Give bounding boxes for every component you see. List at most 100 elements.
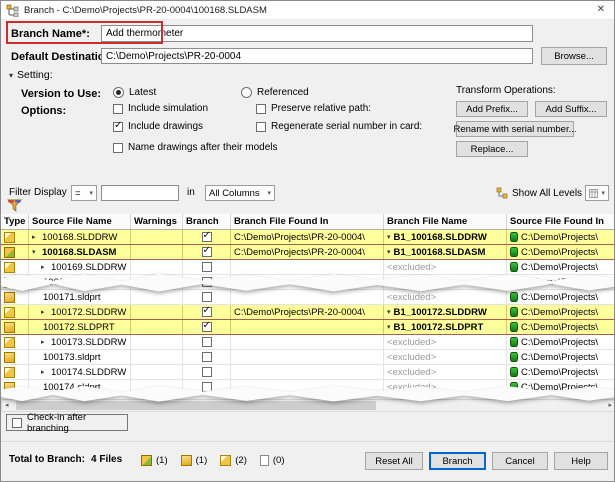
branch-file-found-in-cell [231,350,384,364]
branch-button[interactable]: Branch [429,452,486,470]
branch-checkbox[interactable] [202,247,212,257]
col-branch-file-name[interactable]: Branch File Name [384,214,507,229]
source-found-path: C:\Demo\Projects\ [521,307,598,318]
vault-icon [510,232,518,242]
table-row[interactable]: ▸100172.SLDDRWC:\Demo\Projects\PR-20-000… [1,305,615,320]
excluded-label: <excluded> [387,262,436,273]
include-simulation-checkbox[interactable]: Include simulation [113,103,208,114]
table-row[interactable]: ▸100174.SLDDRW<excluded>C:\Demo\Projects… [1,365,615,380]
part-icon [4,352,15,363]
options-label: Options: [21,105,66,117]
annotation-red-box [6,21,163,44]
rename-with-serial-button[interactable]: Rename with serial number... [456,121,574,137]
version-to-use-label: Version to Use: [21,88,101,100]
col-source-file-found-in[interactable]: Source File Found In [507,214,615,229]
branch-cell [183,365,231,379]
titlebar: Branch - C:\Demo\Projects\PR-20-0004\100… [1,1,614,20]
include-drawings-checkbox[interactable]: Include drawings [113,121,203,132]
checkbox-box [113,122,123,132]
expand-arrow-icon[interactable]: ▸ [32,233,40,241]
file-type-cell [1,335,29,349]
add-prefix-button[interactable]: Add Prefix... [456,101,528,117]
vault-icon [510,322,518,332]
expand-arrow-icon[interactable]: ▸ [41,338,49,346]
preserve-relative-path-checkbox[interactable]: Preserve relative path: [256,103,371,114]
close-icon[interactable]: ✕ [597,4,605,15]
filter-funnel-icon[interactable] [7,198,22,213]
col-source-file-name[interactable]: Source File Name [29,214,131,229]
warnings-cell [131,230,183,244]
replace-button[interactable]: Replace... [456,141,528,157]
branch-checkbox[interactable] [202,262,212,272]
col-branch[interactable]: Branch [183,214,231,229]
vault-icon [510,262,518,272]
expand-arrow-icon[interactable]: ▾ [32,248,40,256]
table-row[interactable]: ▸100168.SLDDRW C:\Demo\Projects\PR-20-000… [1,230,615,245]
file-name: 100168.SLDDRW [42,232,117,243]
col-warnings[interactable]: Warnings [131,214,183,229]
radio-referenced[interactable]: Referenced [241,87,309,98]
dropdown-arrow-icon[interactable]: ▾ [387,308,391,316]
checkbox-box [12,418,22,428]
collapse-arrow-icon: ▾ [9,71,13,80]
branch-file-found-in-cell: C:\Demo\Projects\PR-20-0004\ [231,230,384,244]
branch-checkbox[interactable] [202,352,212,362]
radio-latest-label: Latest [129,87,156,98]
filter-operator-select[interactable]: = ▾ [71,185,97,201]
table-row[interactable]: ▾100168.SLDASMC:\Demo\Projects\PR-20-000… [1,245,615,260]
vault-icon [510,337,518,347]
branch-checkbox[interactable] [202,232,212,242]
source-found-path: C:\Demo\Projects\ [521,262,598,273]
default-destination-input[interactable]: C:\Demo\Projects\PR-20-0004 [101,48,533,64]
source-found-path: C:\Demo\Projects\ [521,367,598,378]
branch-checkbox[interactable] [202,307,212,317]
expand-arrow-icon[interactable]: ▸ [41,263,49,271]
source-found-path: C:\Demo\Projects\ [521,292,598,303]
branch-checkbox[interactable] [202,337,212,347]
assembly-count-value: (1) [156,455,168,466]
cancel-button[interactable]: Cancel [492,452,548,470]
expand-arrow-icon[interactable]: ▸ [41,308,49,316]
table-row[interactable]: 100172.SLDPRT▾B1_100172.SLDPRTC:\Demo\Pr… [1,320,615,335]
branch-checkbox[interactable] [202,292,212,302]
dropdown-arrow-icon[interactable]: ▾ [387,248,391,256]
radio-latest[interactable]: Latest [113,87,156,98]
table-row[interactable]: 100173.sldprt<excluded>C:\Demo\Projects\ [1,350,615,365]
column-options-button[interactable]: ▾ [585,185,609,201]
source-file-found-in-cell: C:\Demo\Projects\ [507,230,615,244]
browse-button[interactable]: Browse... [541,47,607,65]
reset-all-button[interactable]: Reset All [365,452,423,470]
document-count: (0) [260,455,285,466]
branch-cell [183,320,231,334]
show-all-levels-button[interactable]: Show All Levels ▾ [496,185,593,201]
name-drawings-checkbox[interactable]: Name drawings after their models [113,142,278,153]
dropdown-arrow-icon[interactable]: ▾ [387,233,391,241]
warnings-cell [131,335,183,349]
branch-checkbox[interactable] [202,367,212,377]
checkin-after-branching-checkbox[interactable]: Check-in after branching [6,414,128,431]
assembly-count: (1) [141,455,168,466]
branch-file-name-cell: ▾B1_100168.SLDASM [384,245,507,259]
table-row[interactable]: ▸100173.SLDDRW<excluded>C:\Demo\Projects… [1,335,615,350]
setting-expander[interactable]: ▾ Setting: [9,69,53,81]
dropdown-arrow-icon[interactable]: ▾ [387,323,391,331]
filter-columns-select[interactable]: All Columns ▾ [205,185,275,201]
source-file-name-cell: ▸100168.SLDDRW [29,230,131,244]
branch-name-input[interactable]: Add thermometer [101,25,533,42]
vault-icon [510,292,518,302]
preserve-relative-path-label: Preserve relative path: [271,103,371,114]
expand-arrow-icon[interactable]: ▸ [41,368,49,376]
show-all-levels-label: Show All Levels [512,188,582,199]
col-branch-file-found-in[interactable]: Branch File Found In [231,214,384,229]
branch-file-name-cell: <excluded> [384,350,507,364]
regenerate-serial-checkbox[interactable]: Regenerate serial number in card: [256,121,422,132]
branch-dialog: Branch - C:\Demo\Projects\PR-20-0004\100… [0,0,615,482]
add-suffix-button[interactable]: Add Suffix... [535,101,607,117]
branch-cell [183,245,231,259]
transform-operations-label: Transform Operations: [456,85,556,96]
drawing-icon [220,455,231,466]
branch-checkbox[interactable] [202,322,212,332]
help-button[interactable]: Help [554,452,608,470]
col-type[interactable]: Type [1,214,29,229]
filter-value-input[interactable] [101,185,179,201]
